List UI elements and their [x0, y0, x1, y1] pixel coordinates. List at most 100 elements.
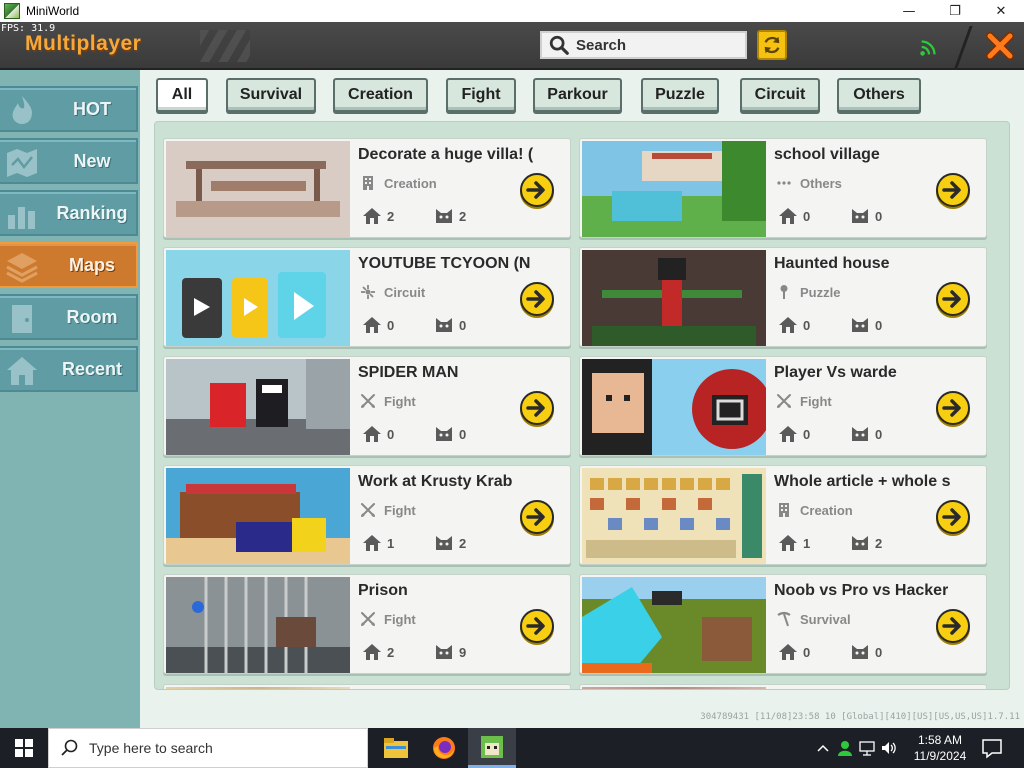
swords-icon [776, 393, 792, 409]
players-value: 0 [459, 426, 467, 442]
rooms-count: 0 [362, 425, 394, 443]
refresh-icon [764, 36, 780, 54]
map-card[interactable]: Player Vs warde Fight 0 0 [579, 356, 987, 456]
enter-map-button[interactable] [936, 282, 970, 316]
players-value: 9 [459, 644, 467, 660]
sidebar-item-recent[interactable]: Recent [0, 346, 138, 392]
sidebar-item-maps[interactable]: Maps [0, 242, 138, 288]
search-label: Search [576, 36, 627, 54]
network-icon[interactable] [856, 728, 878, 768]
enter-map-button[interactable] [936, 609, 970, 643]
filter-parkour[interactable]: Parkour [533, 78, 622, 112]
window-titlebar: MiniWorld — ❐ ✕ [0, 0, 1024, 22]
house-icon [7, 357, 37, 385]
arrow-right-icon [526, 508, 545, 526]
window-close-button[interactable]: ✕ [978, 0, 1024, 22]
category-label: Others [800, 175, 842, 191]
enter-map-button[interactable] [936, 500, 970, 534]
category-label: Fight [384, 393, 416, 409]
sidebar-item-new[interactable]: New [0, 138, 138, 184]
file-explorer-icon [384, 738, 408, 758]
enter-map-button[interactable] [520, 173, 554, 207]
sidebar-item-label: Maps [68, 254, 115, 275]
map-card[interactable]: Noob vs Pro vs Hacker Survival 0 0 [579, 574, 987, 674]
map-thumbnail [582, 687, 766, 689]
taskbar-app-firefox[interactable] [420, 728, 468, 768]
refresh-button[interactable] [757, 30, 787, 60]
map-card[interactable]: school village Others 0 0 [579, 138, 987, 238]
map-category: Puzzle [776, 284, 840, 300]
filter-fight[interactable]: Fight [446, 78, 516, 112]
players-value: 0 [875, 317, 883, 333]
taskbar-app-file-explorer[interactable] [372, 728, 420, 768]
map-card[interactable]: Whole article + whole s Creation 1 2 [579, 465, 987, 565]
maximize-button[interactable]: ❐ [932, 0, 978, 22]
sidebar-item-ranking[interactable]: Ranking [0, 190, 138, 236]
map-card-partial[interactable] [163, 684, 571, 689]
players-count: 0 [850, 425, 882, 443]
clock-date: 11/9/2024 [913, 749, 967, 763]
map-card[interactable]: Prison Fight 2 9 [163, 574, 571, 674]
filter-survival[interactable]: Survival [226, 78, 316, 112]
page-title: Multiplayer [25, 32, 142, 55]
enter-map-button[interactable] [936, 173, 970, 207]
category-label: Puzzle [800, 284, 841, 300]
filter-circuit[interactable]: Circuit [740, 78, 820, 112]
map-title: Work at Krusty Krab [358, 473, 513, 490]
enter-map-button[interactable] [520, 609, 554, 643]
enter-map-button[interactable] [520, 500, 554, 534]
taskbar-search[interactable]: Type here to search [48, 728, 368, 768]
enter-map-button[interactable] [520, 282, 554, 316]
taskbar-clock[interactable]: 1:58 AM 11/9/2024 [908, 732, 972, 764]
map-card[interactable]: YOUTUBE TCYOON (N Circuit 0 0 [163, 247, 571, 347]
sidebar-item-room[interactable]: Room [0, 294, 138, 340]
rooms-icon [363, 535, 381, 551]
sidebar-item-hot[interactable]: HOT [0, 86, 138, 132]
filter-puzzle[interactable]: Puzzle [641, 78, 719, 112]
players-count: 0 [434, 425, 466, 443]
rooms-icon [779, 644, 797, 660]
start-button[interactable] [0, 728, 48, 768]
rooms-count: 1 [778, 534, 810, 552]
players-value: 0 [459, 317, 467, 333]
search-button[interactable]: Search [540, 31, 747, 59]
enter-map-button[interactable] [520, 391, 554, 425]
close-button[interactable] [982, 29, 1018, 63]
taskbar: Type here to search 1:58 AM 11/9/2024 [0, 728, 1024, 768]
players-icon [436, 209, 452, 223]
players-icon [852, 209, 868, 223]
map-list: Noob vs Pro vs Hacker Survival 0 0 Prison Fig… [154, 121, 1010, 690]
rooms-icon [363, 644, 381, 660]
map-category: Fight [776, 393, 832, 409]
sidebar-item-label: Recent [61, 358, 123, 379]
filter-creation[interactable]: Creation [333, 78, 428, 112]
rooms-value: 0 [803, 426, 811, 442]
door-icon [12, 305, 32, 333]
map-thumbnail [582, 468, 766, 564]
notification-icon[interactable] [980, 736, 1004, 760]
search-icon [61, 739, 78, 756]
map-card-partial[interactable] [579, 684, 987, 689]
user-tray-icon[interactable] [834, 728, 856, 768]
arrow-right-icon [942, 508, 961, 526]
map-card[interactable]: Work at Krusty Krab Fight 1 2 [163, 465, 571, 565]
chevron-up-icon[interactable] [812, 728, 834, 768]
map-thumbnail [582, 250, 766, 346]
arrow-right-icon [526, 617, 545, 635]
volume-icon[interactable] [878, 728, 900, 768]
arrow-right-icon [942, 617, 961, 635]
rooms-value: 0 [803, 317, 811, 333]
map-category: Fight [360, 393, 416, 409]
map-card[interactable]: Decorate a huge villa! (Creation 2 2 [163, 138, 571, 238]
arrow-right-icon [526, 181, 545, 199]
players-value: 0 [875, 644, 883, 660]
map-card[interactable]: SPIDER MAN Fight 0 0 [163, 356, 571, 456]
minimize-button[interactable]: — [886, 0, 932, 22]
filter-all[interactable]: All [156, 78, 208, 112]
enter-map-button[interactable] [936, 391, 970, 425]
players-count: 2 [434, 207, 466, 225]
filter-others[interactable]: Others [837, 78, 921, 112]
map-card[interactable]: Haunted house Puzzle 0 0 [579, 247, 987, 347]
players-value: 0 [875, 208, 883, 224]
taskbar-app-miniworld[interactable] [468, 728, 516, 768]
